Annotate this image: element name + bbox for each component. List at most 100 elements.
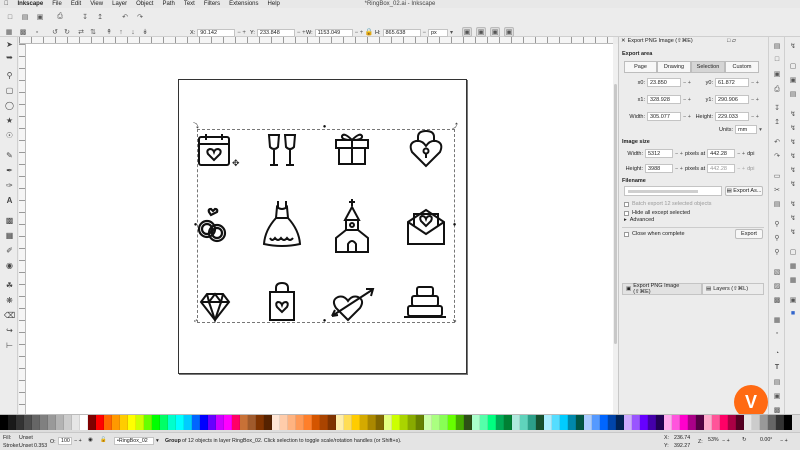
gradient-tool-icon[interactable]: ▩ [4,215,15,226]
palette-swatch[interactable] [656,415,664,430]
undo-icon[interactable]: ↶ [120,12,130,22]
palette-swatch[interactable] [376,415,384,430]
lower-to-bottom-icon[interactable]: ↡ [140,27,150,37]
chapel-icon[interactable] [332,198,372,254]
palette-swatch[interactable] [552,415,560,430]
height-spin[interactable]: − + [751,114,759,120]
cmd-redo-icon[interactable]: ↷ [772,151,782,160]
pencil-tool-icon[interactable]: ✎ [4,150,15,161]
align-dialog-icon[interactable]: ▣ [772,391,782,400]
print-document-icon[interactable]: ⎙ [772,85,782,94]
tab-layers[interactable]: ▤ Layers (⇧⌘L) [702,283,764,295]
snap-active-icon[interactable]: ■ [788,309,798,318]
palette-swatch[interactable] [408,415,416,430]
y0-input[interactable]: 61.872 [715,78,749,87]
snap-smooth-icon[interactable]: ↯ [788,165,798,174]
connector-tool-icon[interactable]: ↪ [4,325,15,336]
menu-file[interactable]: File [52,1,62,7]
snap-midpoint-icon[interactable]: ↯ [788,179,798,188]
calendar-heart-icon[interactable] [196,131,236,171]
palette-swatch[interactable] [16,415,24,430]
palette-swatch[interactable] [520,415,528,430]
palette-swatch[interactable] [24,415,32,430]
area-drawing-button[interactable]: Drawing [657,61,691,73]
snap-page-border-icon[interactable]: ▢ [788,247,798,256]
snap-intersection-icon[interactable]: ↯ [788,137,798,146]
y-spin[interactable]: − + [297,30,306,36]
palette-swatch[interactable] [472,415,480,430]
y-input[interactable]: 233.848 [256,28,295,37]
palette-swatch[interactable] [688,415,696,430]
menu-app-name[interactable]: Inkscape [18,1,44,7]
palette-swatch[interactable] [144,415,152,430]
snap-bbox-edge-icon[interactable]: ▣ [788,75,798,84]
palette-swatch[interactable] [696,415,704,430]
palette-swatch[interactable] [632,415,640,430]
mesh-tool-icon[interactable]: ▦ [4,230,15,241]
paint-bucket-tool-icon[interactable]: ◉ [4,260,15,271]
unit-select[interactable]: px ▾ [428,28,453,37]
menu-path[interactable]: Path [162,1,174,7]
area-page-button[interactable]: Page [624,61,657,73]
palette-swatch[interactable] [672,415,680,430]
zoom-tool-icon[interactable]: ⚲ [4,70,15,81]
star-tool-icon[interactable]: ★ [4,115,15,126]
skew-handle-bottom[interactable]: ● [322,318,327,324]
palette-swatch[interactable] [512,415,520,430]
tab-export-png[interactable]: ▣ Export PNG Image (⇧⌘E) [622,283,702,295]
palette-swatch[interactable] [360,415,368,430]
spiral-tool-icon[interactable]: ☉ [4,130,15,141]
palette-swatch[interactable] [720,415,728,430]
import-file-icon[interactable]: ↧ [772,103,782,112]
flip-vertical-icon[interactable]: ⇅ [88,27,98,37]
palette-swatch[interactable] [464,415,472,430]
area-custom-button[interactable]: Custom [725,61,759,73]
stroke-width[interactable]: 0.353 [34,443,47,449]
palette-swatch[interactable] [496,415,504,430]
color-palette[interactable] [0,414,800,432]
save-file-icon[interactable]: ▣ [772,69,782,78]
palette-swatch[interactable] [504,415,512,430]
snap-rotation-center-icon[interactable]: ↯ [788,213,798,222]
palette-swatch[interactable] [568,415,576,430]
img-width-spin[interactable]: − + [675,151,683,157]
x-spin[interactable]: − + [237,30,246,36]
palette-swatch[interactable] [224,415,232,430]
palette-swatch[interactable] [616,415,624,430]
y1-spin[interactable]: − + [751,97,759,103]
print-icon[interactable]: ⎙ [55,12,65,22]
export-as-button[interactable]: ▤ Export As... [725,186,763,196]
snap-text-baseline-icon[interactable]: ↯ [788,227,798,236]
palette-swatch[interactable] [208,415,216,430]
palette-swatch[interactable] [432,415,440,430]
w-input[interactable]: 1153.049 [314,28,353,37]
unit-value[interactable]: px [428,28,448,37]
rotation-input[interactable]: 0.00° [758,437,774,445]
area-selection-button[interactable]: Selection [691,61,725,73]
apple-menu-icon[interactable]:  [4,1,9,7]
menu-help[interactable]: Help [268,1,280,7]
open-file-icon[interactable]: □ [772,55,782,64]
redo-icon[interactable]: ↷ [135,12,145,22]
palette-swatch[interactable] [48,415,56,430]
palette-swatch[interactable] [400,415,408,430]
rotate-cw-icon[interactable]: ↻ [62,27,72,37]
img-height-input[interactable]: 3988 [645,164,673,173]
clone-icon[interactable]: ▨ [772,281,782,290]
select-all-layers-icon[interactable]: ▩ [18,27,28,37]
snap-paths-icon[interactable]: ↯ [788,123,798,132]
palette-swatch[interactable] [320,415,328,430]
h-input[interactable]: 865.638 [382,28,421,37]
menu-edit[interactable]: Edit [71,1,81,7]
rotate-handle-top-left[interactable]: ⤵ [193,124,199,130]
rectangle-tool-icon[interactable]: ▢ [4,85,15,96]
zoom-selection-icon[interactable]: ⚲ [772,219,782,228]
palette-swatch[interactable] [680,415,688,430]
palette-swatch[interactable] [440,415,448,430]
palette-swatch[interactable] [488,415,496,430]
img-width-dpi-spin[interactable]: − + [737,151,745,157]
scale-stroke-icon[interactable]: ▣ [462,27,472,37]
panel-close-icon[interactable]: ✕ [621,38,626,44]
visibility-eye-icon[interactable]: ◉ [88,437,93,443]
palette-swatch[interactable] [304,415,312,430]
